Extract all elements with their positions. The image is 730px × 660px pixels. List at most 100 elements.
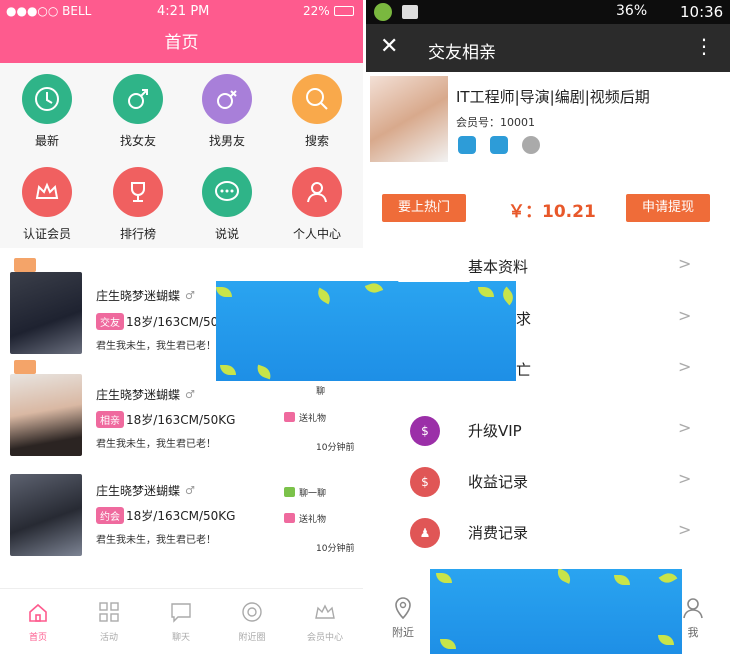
male-icon — [113, 74, 163, 124]
avatar[interactable] — [370, 76, 448, 162]
grid-item-latest[interactable]: 最新 — [7, 74, 87, 149]
grid-label: 找女友 — [119, 134, 156, 148]
vip-icon: $ — [410, 416, 440, 446]
income-icon: $ — [410, 467, 440, 497]
tab-activities[interactable]: 活动 — [79, 601, 139, 643]
tab-chat[interactable]: 聊天 — [151, 601, 211, 643]
grid-item-personal-center[interactable]: 个人中心 — [277, 167, 357, 242]
grid-label: 搜索 — [304, 134, 329, 148]
leaf-decoration — [440, 639, 456, 649]
user-motto: 君生我未生，我生君已老！ — [96, 439, 216, 450]
grid-item-find-girlfriend[interactable]: 找女友 — [98, 74, 178, 149]
withdraw-button[interactable]: 申请提现 — [626, 194, 710, 222]
phone-verified-icon — [458, 136, 476, 154]
male-gender-icon: ♂ — [185, 484, 195, 497]
chevron-right-icon: > — [678, 357, 692, 376]
crown-icon — [22, 167, 72, 217]
grid-item-search[interactable]: 搜索 — [277, 74, 357, 149]
clock: 10:36 — [680, 3, 724, 21]
tab-home[interactable]: 首页 — [8, 601, 68, 643]
clock-icon — [22, 74, 72, 124]
tab-me[interactable]: 我 — [678, 596, 708, 640]
gift-icon — [284, 412, 295, 422]
list-item[interactable]: 庄生晓梦迷蝴蝶 ♂ 约会 18岁/163CM/50KG 君生我未生，我生君已老！… — [0, 466, 363, 576]
intent-tag: 交友 — [96, 313, 124, 330]
grid-item-moments[interactable]: 说说 — [187, 167, 267, 242]
leaf-decoration — [499, 286, 516, 306]
menu-item-upgrade-vip[interactable]: $ 升级VIP > — [366, 406, 730, 456]
grid-item-find-boyfriend[interactable]: 找男友 — [187, 74, 267, 149]
avatar[interactable] — [10, 374, 82, 456]
leaf-decoration — [314, 287, 334, 305]
chevron-right-icon: > — [678, 306, 692, 325]
leaf-decoration — [658, 569, 678, 587]
profile-card[interactable]: IT工程师|导演|编剧|视频后期 会员号：10001 — [366, 72, 730, 166]
user-motto: 君生我未生，我生君已老！ — [96, 341, 216, 352]
feature-grid: 最新 找女友 找男友 搜索 认证会员 排行榜 说说 个人中心 — [0, 63, 363, 248]
user-icon — [292, 167, 342, 217]
last-active-time: 10分钟前 — [316, 443, 355, 453]
bottom-tab-bar: 首页 活动 聊天 附近圈 会员中心 — [0, 588, 363, 660]
overlay-ad-banner[interactable] — [430, 569, 682, 654]
user-name: 庄生晓梦迷蝴蝶 — [96, 388, 181, 402]
male-gender-icon: ♂ — [185, 289, 195, 302]
leaf-decoration — [478, 287, 494, 297]
grid-item-verified-member[interactable]: 认证会员 — [7, 167, 87, 242]
avatar[interactable] — [10, 474, 82, 556]
intent-tag: 相亲 — [96, 411, 124, 428]
grid-label: 排行榜 — [119, 227, 156, 241]
tab-nearby[interactable]: 附近圈 — [222, 601, 282, 643]
leaf-decoration — [216, 287, 232, 297]
clean-icon — [402, 5, 418, 19]
chevron-right-icon: > — [678, 469, 692, 488]
leaf-decoration — [364, 281, 384, 296]
id-verified-icon — [490, 136, 508, 154]
avatar[interactable] — [10, 272, 82, 354]
send-gift-link[interactable]: 送礼物 — [284, 411, 326, 424]
status-bar: 36% 10:36 — [366, 0, 730, 24]
battery-level: 22% — [303, 4, 330, 18]
carrier: ●●●○○ BELL — [6, 4, 92, 18]
page-title: 首页 — [0, 23, 363, 63]
user-icon — [683, 598, 703, 619]
grid-item-leaderboard[interactable]: 排行榜 — [98, 167, 178, 242]
chat-link[interactable]: 聊一聊 — [284, 486, 326, 499]
send-gift-link[interactable]: 送礼物 — [284, 512, 326, 525]
go-hot-button[interactable]: 要上热门 — [382, 194, 466, 222]
leaf-decoration — [658, 635, 674, 645]
menu-item-income-records[interactable]: $ 收益记录 > — [366, 457, 730, 507]
more-options-icon[interactable]: ⋮ — [694, 34, 714, 58]
chevron-right-icon: > — [678, 520, 692, 539]
close-icon[interactable]: ✕ — [380, 34, 398, 59]
leaf-decoration — [220, 365, 236, 375]
vip-crown-badge — [14, 258, 36, 272]
overlay-ad-banner[interactable] — [216, 281, 516, 381]
chevron-right-icon: > — [678, 418, 692, 437]
grid-label: 个人中心 — [292, 227, 341, 241]
user-name: 庄生晓梦迷蝴蝶 — [96, 484, 181, 498]
user-stats: 18岁/163CM/50KG — [126, 413, 236, 427]
profile-headline: IT工程师|导演|编剧|视频后期 — [456, 88, 650, 106]
grid-label: 认证会员 — [22, 227, 71, 241]
tab-member-center[interactable]: 会员中心 — [295, 601, 355, 643]
leaf-decoration — [436, 573, 452, 583]
search-icon — [292, 74, 342, 124]
female-icon — [202, 74, 252, 124]
gift-icon — [284, 513, 295, 523]
leaf-decoration — [614, 575, 630, 585]
location-pin-icon — [395, 597, 411, 620]
popover-arrow — [398, 230, 470, 282]
crown-icon — [315, 604, 335, 619]
message-icon — [171, 603, 191, 623]
male-gender-icon: ♂ — [185, 388, 195, 401]
tab-nearby[interactable]: 附近 — [388, 596, 418, 640]
expense-icon: ♟ — [410, 518, 440, 548]
grid-label: 找男友 — [208, 134, 245, 148]
trophy-icon — [113, 167, 163, 217]
leaf-decoration — [554, 569, 574, 584]
member-id: 会员号：10001 — [456, 116, 535, 129]
grid-label: 最新 — [34, 134, 59, 148]
chevron-right-icon: > — [678, 254, 692, 273]
chat-link[interactable]: 聊 — [316, 384, 325, 397]
menu-item-expense-records[interactable]: ♟ 消费记录 > — [366, 508, 730, 558]
